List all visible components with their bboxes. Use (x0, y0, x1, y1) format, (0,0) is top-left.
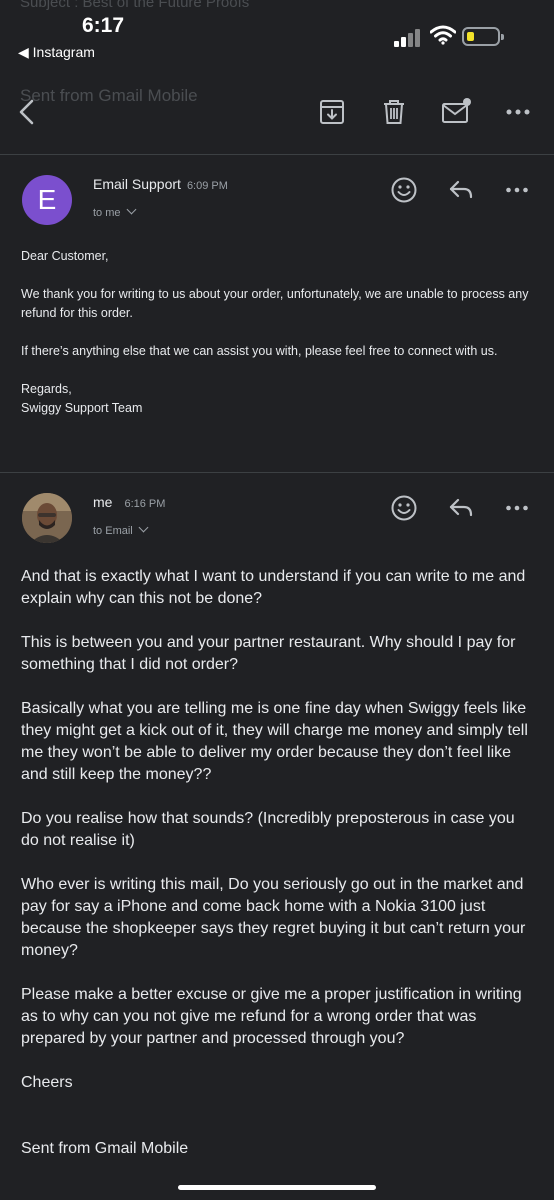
email-toolbar (0, 84, 554, 140)
battery-icon (462, 27, 504, 46)
cellular-signal-icon (394, 29, 422, 47)
status-time: 6:17 (82, 14, 125, 37)
message-paragraph: Please make a better excuse or give me a… (21, 986, 522, 1047)
sender-header[interactable]: me 6:16 PM (93, 494, 165, 510)
profile-photo (22, 493, 72, 543)
message-paragraph: This is between you and your partner res… (21, 634, 516, 673)
sender-header[interactable]: Email Support 6:09 PM (93, 176, 228, 192)
chevron-down-icon (138, 522, 149, 533)
sender-name: Email Support (93, 176, 181, 192)
message-paragraph: Do you realise how that sounds? (Incredi… (21, 810, 515, 849)
divider (0, 154, 554, 155)
recipient-toggle[interactable]: to me (93, 204, 136, 219)
wifi-icon (430, 25, 456, 45)
status-bar: 6:17 ◀ Instagram (0, 0, 554, 70)
message-paragraph: If there’s anything else that we can ass… (21, 344, 498, 358)
message-signature: Swiggy Support Team (21, 401, 143, 415)
divider (0, 472, 554, 473)
more-icon[interactable] (502, 96, 534, 128)
home-indicator[interactable] (178, 1185, 376, 1190)
chevron-down-icon (126, 204, 136, 215)
message-footer: Sent from Gmail Mobile (21, 1140, 189, 1157)
avatar[interactable]: E (22, 175, 72, 225)
avatar[interactable] (22, 493, 72, 543)
back-to-instagram-link[interactable]: ◀ Instagram (18, 44, 95, 61)
emoji-react-icon[interactable] (389, 175, 419, 205)
message-paragraph: We thank you for writing to us about you… (21, 287, 529, 320)
message-paragraph: Who ever is writing this mail, Do you se… (21, 876, 526, 959)
message-paragraph: And that is exactly what I want to under… (21, 568, 526, 607)
archive-icon[interactable] (316, 96, 348, 128)
message-paragraph: Dear Customer, (21, 249, 109, 263)
message-signoff: Regards, (21, 382, 72, 396)
more-icon[interactable] (502, 175, 532, 205)
message-time: 6:09 PM (186, 180, 228, 192)
reply-icon[interactable] (446, 175, 476, 205)
message-body: And that is exactly what I want to under… (21, 566, 536, 1160)
recipient-label: to me (93, 207, 121, 219)
message-body: Dear Customer, We thank you for writing … (21, 247, 531, 418)
sender-name: me (93, 494, 113, 510)
message-paragraph: Basically what you are telling me is one… (21, 700, 528, 783)
mark-unread-icon[interactable] (440, 96, 472, 128)
reply-icon[interactable] (446, 493, 476, 523)
message-time: 6:16 PM (124, 498, 166, 510)
recipient-toggle[interactable]: to Email (93, 522, 149, 537)
trash-icon[interactable] (378, 96, 410, 128)
message-paragraph: Cheers (21, 1074, 73, 1091)
emoji-react-icon[interactable] (389, 493, 419, 523)
back-arrow-icon[interactable] (12, 96, 44, 128)
more-icon[interactable] (502, 493, 532, 523)
recipient-label: to Email (93, 525, 133, 537)
